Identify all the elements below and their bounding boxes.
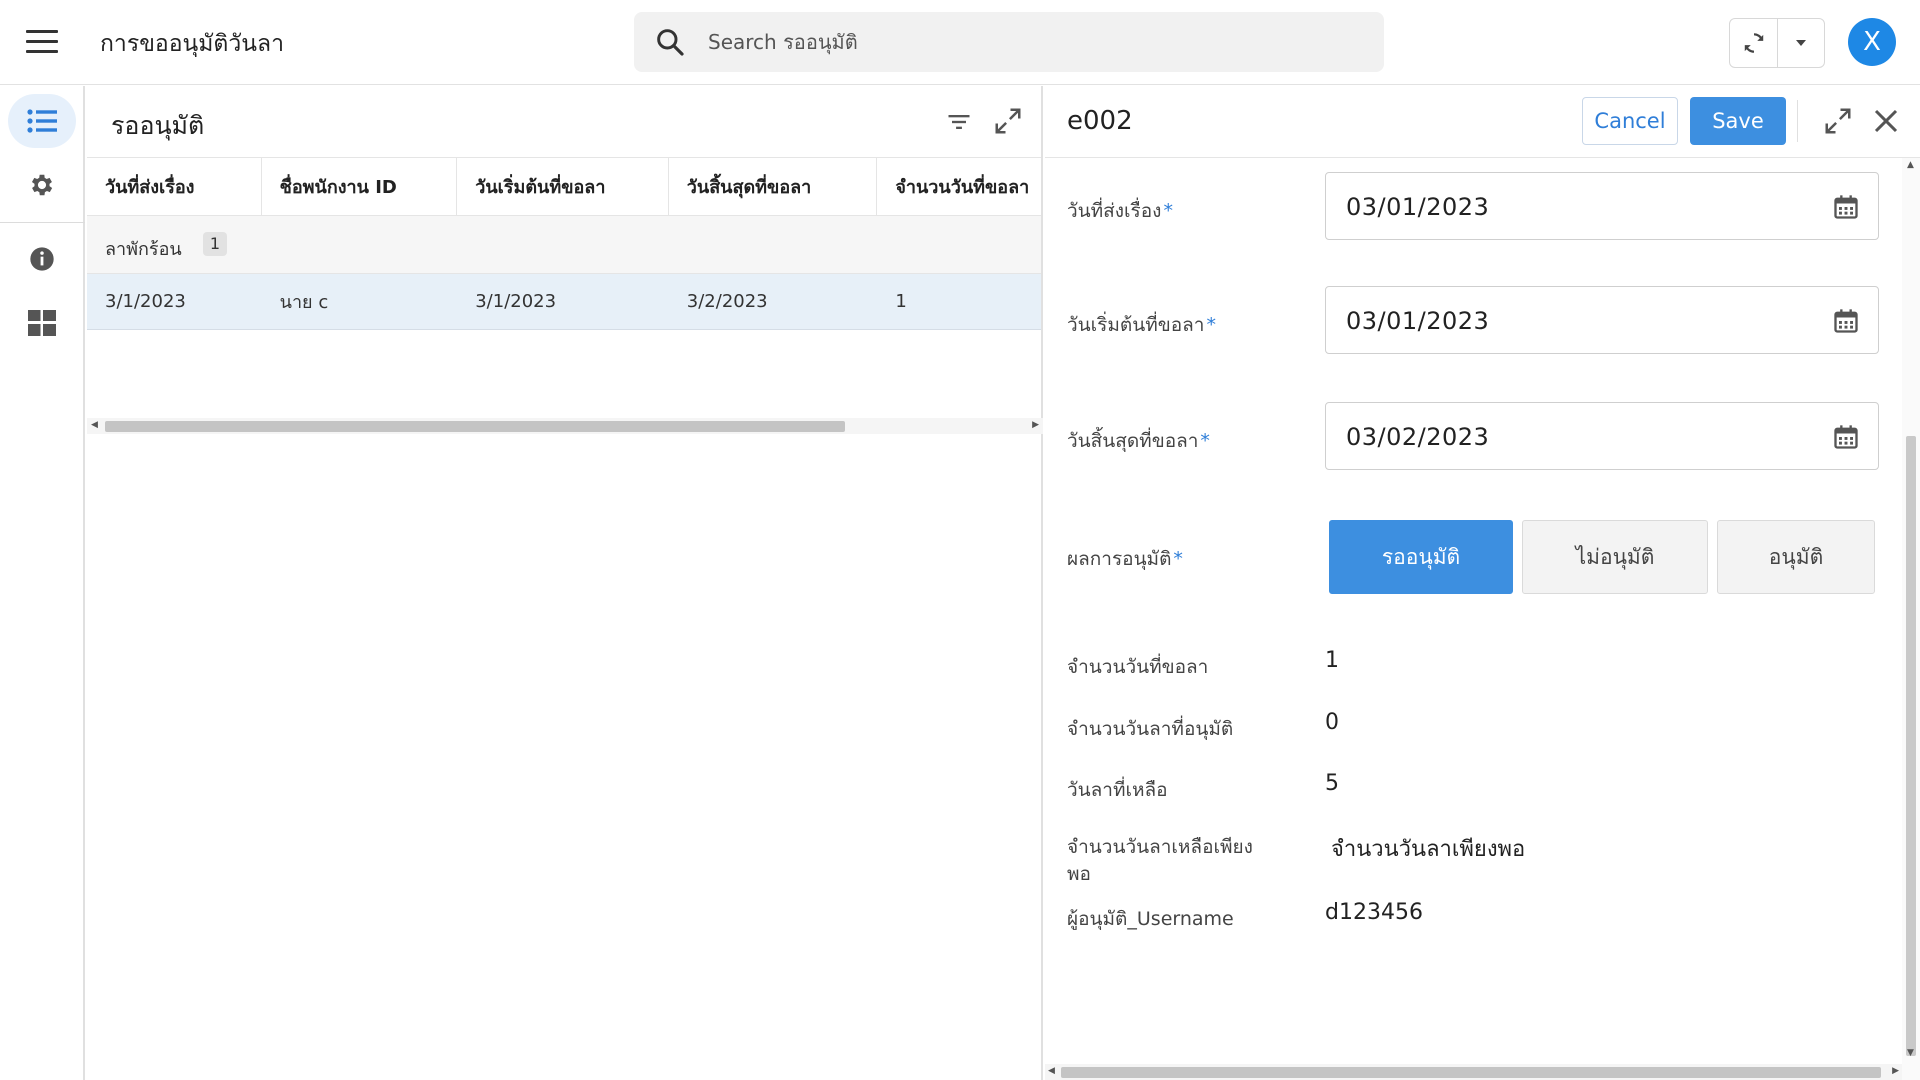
- detail-form: วันที่ส่งเรื่อง * 03/01/2023 วันเริ่มต้นท…: [1045, 158, 1905, 1058]
- rail-item-list[interactable]: [8, 94, 76, 148]
- user-avatar[interactable]: X: [1848, 18, 1896, 66]
- list-title: รออนุมัติ: [111, 111, 205, 140]
- cell-employee: นาย c: [279, 292, 329, 313]
- start-date-field[interactable]: 03/01/2023: [1325, 286, 1879, 354]
- expand-icon[interactable]: [993, 106, 1023, 136]
- rail-divider: [0, 222, 85, 223]
- record-id: e002: [1067, 106, 1133, 136]
- field-label-approval-result: ผลการอนุมัติ *: [1067, 548, 1183, 570]
- sync-options-dropdown[interactable]: [1778, 19, 1824, 67]
- group-label: ลาพักร้อน: [105, 239, 182, 260]
- sync-button-group: [1729, 18, 1825, 68]
- detail-horizontal-scrollbar[interactable]: ◀ ▶: [1045, 1064, 1902, 1080]
- scroll-down-arrow[interactable]: ▼: [1907, 1048, 1914, 1058]
- info-icon: [30, 247, 54, 271]
- days-requested-value: 1: [1325, 648, 1339, 673]
- save-button[interactable]: Save: [1690, 97, 1786, 145]
- scrollbar-thumb[interactable]: [105, 421, 845, 432]
- scroll-up-arrow[interactable]: ▲: [1907, 160, 1914, 170]
- app-title: การขออนุมัติวันลา: [100, 31, 285, 57]
- rail-item-settings[interactable]: [8, 158, 76, 212]
- approval-option-pending[interactable]: รออนุมัติ: [1329, 520, 1513, 594]
- expand-icon[interactable]: [1823, 106, 1853, 136]
- column-header-submit-date[interactable]: วันที่ส่งเรื่อง: [87, 158, 262, 215]
- sufficient-value: จำนวนวันลาเพียงพอ: [1331, 837, 1526, 862]
- table-row[interactable]: 3/1/2023 นาย c 3/1/2023 3/2/2023 1: [87, 274, 1041, 330]
- submit-date-field[interactable]: 03/01/2023: [1325, 172, 1879, 240]
- detail-panel: e002 Cancel Save วันที่ส่งเรื่อง * 03/01/…: [1045, 86, 1920, 1080]
- scrollbar-thumb[interactable]: [1906, 436, 1916, 1056]
- field-label-start-date: วันเริ่มต้นที่ขอลา *: [1067, 314, 1216, 336]
- days-remaining-value: 5: [1325, 771, 1339, 796]
- field-label-end-date: วันสิ้นสุดที่ขอลา *: [1067, 430, 1210, 452]
- list-panel: รออนุมัติ วันที่ส่งเรื่อง ชื่อพนักงาน ID…: [87, 86, 1043, 1080]
- column-header-days[interactable]: จำนวนวันที่ขอลา: [877, 158, 1041, 215]
- list-horizontal-scrollbar[interactable]: ◀ ▶: [87, 418, 1043, 434]
- list-header: รออนุมัติ: [87, 86, 1041, 158]
- approver-value: d123456: [1325, 900, 1423, 925]
- calendar-icon[interactable]: [1832, 307, 1860, 335]
- sync-button[interactable]: [1730, 19, 1778, 67]
- field-label-sufficient: จำนวนวันลาเหลือเพียง พอ: [1067, 834, 1253, 888]
- search-icon: [657, 29, 684, 56]
- group-count-badge: 1: [203, 232, 227, 256]
- table-header: วันที่ส่งเรื่อง ชื่อพนักงาน ID วันเริ่มต…: [87, 158, 1041, 216]
- list-icon: [27, 109, 57, 133]
- header-divider: [1797, 100, 1798, 142]
- field-label-sufficient-line1: จำนวนวันลาเหลือเพียง: [1067, 836, 1253, 858]
- dashboard-icon: [28, 310, 56, 336]
- cell-start-date: 3/1/2023: [475, 291, 557, 312]
- side-rail: [0, 86, 85, 1080]
- cell-days: 1: [895, 291, 907, 312]
- top-bar: การขออนุมัติวันลา X: [0, 0, 1920, 85]
- column-header-start-date[interactable]: วันเริ่มต้นที่ขอลา: [457, 158, 669, 215]
- field-label-approver: ผู้อนุมัติ_Username: [1067, 908, 1234, 930]
- cell-submit-date: 3/1/2023: [105, 291, 186, 312]
- column-header-employee[interactable]: ชื่อพนักงาน ID: [262, 158, 458, 215]
- close-icon[interactable]: [1871, 106, 1901, 136]
- submit-date-value: 03/01/2023: [1346, 193, 1490, 221]
- chevron-down-icon: [1796, 40, 1806, 46]
- scrollbar-thumb[interactable]: [1061, 1067, 1881, 1078]
- scroll-left-arrow[interactable]: ◀: [91, 420, 98, 430]
- approval-option-approved[interactable]: อนุมัติ: [1717, 520, 1875, 594]
- filter-icon[interactable]: [945, 108, 973, 136]
- detail-vertical-scrollbar[interactable]: ▲ ▼: [1902, 158, 1920, 1080]
- approval-option-rejected[interactable]: ไม่อนุมัติ: [1522, 520, 1708, 594]
- search-input[interactable]: [708, 26, 1348, 58]
- search-box[interactable]: [634, 12, 1384, 72]
- menu-icon[interactable]: [26, 30, 58, 54]
- scroll-left-arrow[interactable]: ◀: [1048, 1066, 1055, 1076]
- detail-header: e002 Cancel Save: [1045, 86, 1920, 158]
- end-date-field[interactable]: 03/02/2023: [1325, 402, 1879, 470]
- field-label-days-remaining: วันลาที่เหลือ: [1067, 779, 1168, 801]
- start-date-value: 03/01/2023: [1346, 307, 1490, 335]
- end-date-value: 03/02/2023: [1346, 423, 1490, 451]
- field-label-sufficient-line2: พอ: [1067, 863, 1091, 885]
- group-row[interactable]: ลาพักร้อน 1: [87, 216, 1041, 274]
- calendar-icon[interactable]: [1832, 193, 1860, 221]
- cell-end-date: 3/2/2023: [686, 291, 768, 312]
- field-label-submit-date: วันที่ส่งเรื่อง *: [1067, 200, 1173, 222]
- scroll-right-arrow[interactable]: ▶: [1032, 420, 1039, 430]
- rail-item-info[interactable]: [8, 232, 76, 286]
- sync-icon: [1744, 33, 1763, 53]
- days-approved-value: 0: [1325, 710, 1339, 735]
- rail-item-dashboard[interactable]: [8, 296, 76, 350]
- column-header-end-date[interactable]: วันสิ้นสุดที่ขอลา: [669, 158, 878, 215]
- gear-icon: [31, 174, 53, 196]
- cancel-button[interactable]: Cancel: [1582, 97, 1678, 145]
- field-label-days-approved: จำนวนวันลาที่อนุมัติ: [1067, 718, 1234, 740]
- scroll-right-arrow[interactable]: ▶: [1892, 1066, 1899, 1076]
- calendar-icon[interactable]: [1832, 423, 1860, 451]
- field-label-days-requested: จำนวนวันที่ขอลา: [1067, 656, 1209, 678]
